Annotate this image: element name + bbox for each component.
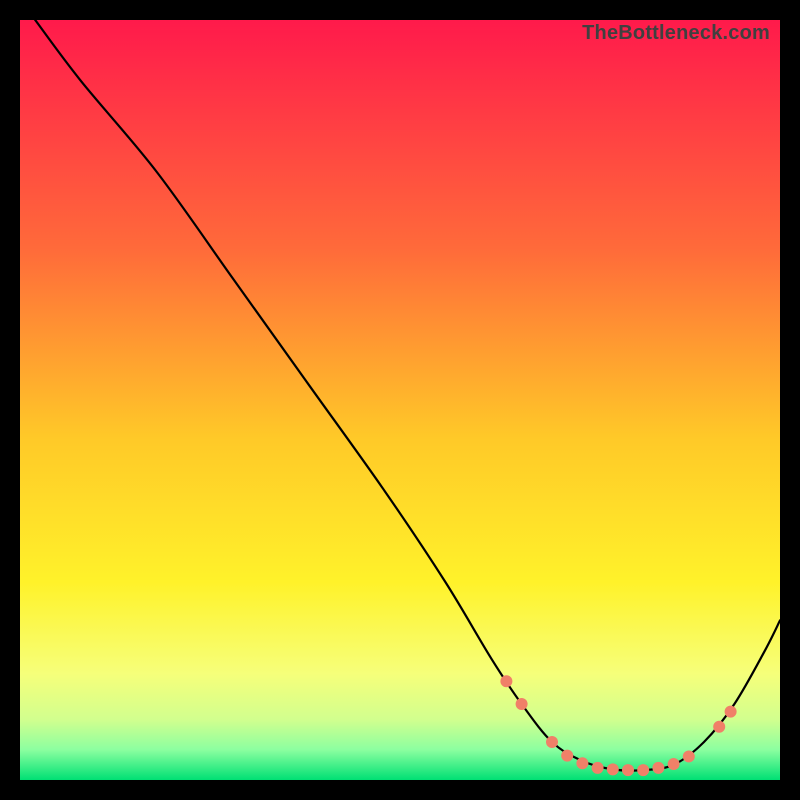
- curve-marker-dot: [516, 698, 528, 710]
- chart-frame: TheBottleneck.com: [20, 20, 780, 780]
- curve-marker-dot: [546, 736, 558, 748]
- curve-marker-dot: [683, 750, 695, 762]
- gradient-background: [20, 20, 780, 780]
- curve-marker-dot: [500, 675, 512, 687]
- curve-marker-dot: [713, 721, 725, 733]
- bottleneck-curve-chart: [20, 20, 780, 780]
- curve-marker-dot: [652, 762, 664, 774]
- curve-marker-dot: [561, 750, 573, 762]
- curve-marker-dot: [637, 764, 649, 776]
- curve-marker-dot: [576, 757, 588, 769]
- curve-marker-dot: [668, 758, 680, 770]
- curve-marker-dot: [725, 706, 737, 718]
- watermark-text: TheBottleneck.com: [582, 22, 770, 45]
- curve-marker-dot: [607, 763, 619, 775]
- curve-marker-dot: [622, 764, 634, 776]
- curve-marker-dot: [592, 762, 604, 774]
